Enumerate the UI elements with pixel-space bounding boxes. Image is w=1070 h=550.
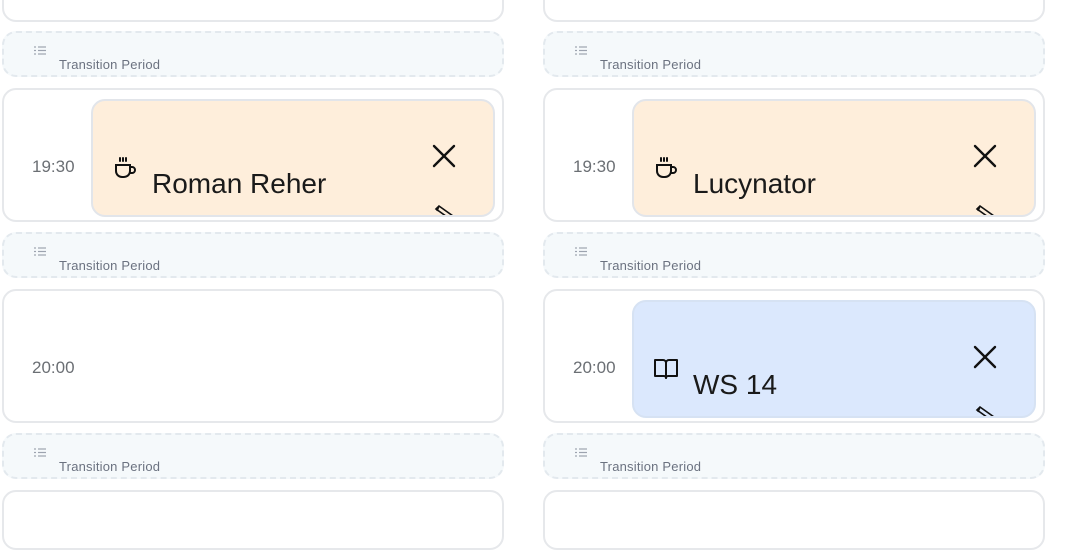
coffee-icon	[656, 157, 677, 178]
slot-time: 20:00	[573, 358, 616, 377]
transition-period: Transition Period	[543, 232, 1045, 278]
time-slot[interactable]	[2, 490, 504, 550]
time-slot[interactable]	[543, 490, 1045, 550]
event-title: Lucynator	[693, 168, 816, 199]
transition-label: Transition Period	[59, 459, 161, 474]
event-card[interactable]: WS 14	[632, 300, 1036, 418]
pencil-icon[interactable]	[974, 403, 996, 418]
time-slot[interactable]	[543, 0, 1045, 22]
time-slot[interactable]	[2, 0, 504, 22]
event-card[interactable]: Roman Reher	[91, 99, 495, 217]
list-icon	[34, 46, 46, 55]
transition-label: Transition Period	[600, 459, 702, 474]
time-slot[interactable]: 19:30 Lucynator	[543, 88, 1045, 222]
transition-label: Transition Period	[59, 258, 161, 273]
event-card[interactable]: Lucynator	[632, 99, 1036, 217]
time-slot[interactable]: 20:00	[2, 289, 504, 423]
transition-period: Transition Period	[543, 433, 1045, 479]
list-icon	[34, 448, 46, 457]
transition-period: Transition Period	[543, 31, 1045, 77]
close-icon[interactable]	[970, 141, 1000, 171]
event-title: WS 14	[693, 369, 778, 400]
time-slot[interactable]: 19:30 Roman Reher	[2, 88, 504, 222]
slot-time: 20:00	[32, 358, 75, 377]
transition-period: Transition Period	[2, 433, 504, 479]
close-icon[interactable]	[429, 141, 459, 171]
list-icon	[575, 448, 587, 457]
coffee-icon	[115, 157, 136, 178]
close-icon[interactable]	[970, 342, 1000, 372]
list-icon	[575, 46, 587, 55]
pencil-icon[interactable]	[974, 202, 996, 217]
transition-label: Transition Period	[59, 57, 161, 72]
transition-label: Transition Period	[600, 258, 702, 273]
transition-label: Transition Period	[600, 57, 702, 72]
slot-time: 19:30	[573, 157, 616, 176]
time-slot[interactable]: 20:00 WS 14	[543, 289, 1045, 423]
transition-period: Transition Period	[2, 31, 504, 77]
list-icon	[34, 247, 46, 256]
list-icon	[575, 247, 587, 256]
slot-time: 19:30	[32, 157, 75, 176]
transition-period: Transition Period	[2, 232, 504, 278]
event-title: Roman Reher	[152, 168, 327, 199]
book-icon	[654, 359, 678, 379]
pencil-icon[interactable]	[433, 202, 455, 217]
